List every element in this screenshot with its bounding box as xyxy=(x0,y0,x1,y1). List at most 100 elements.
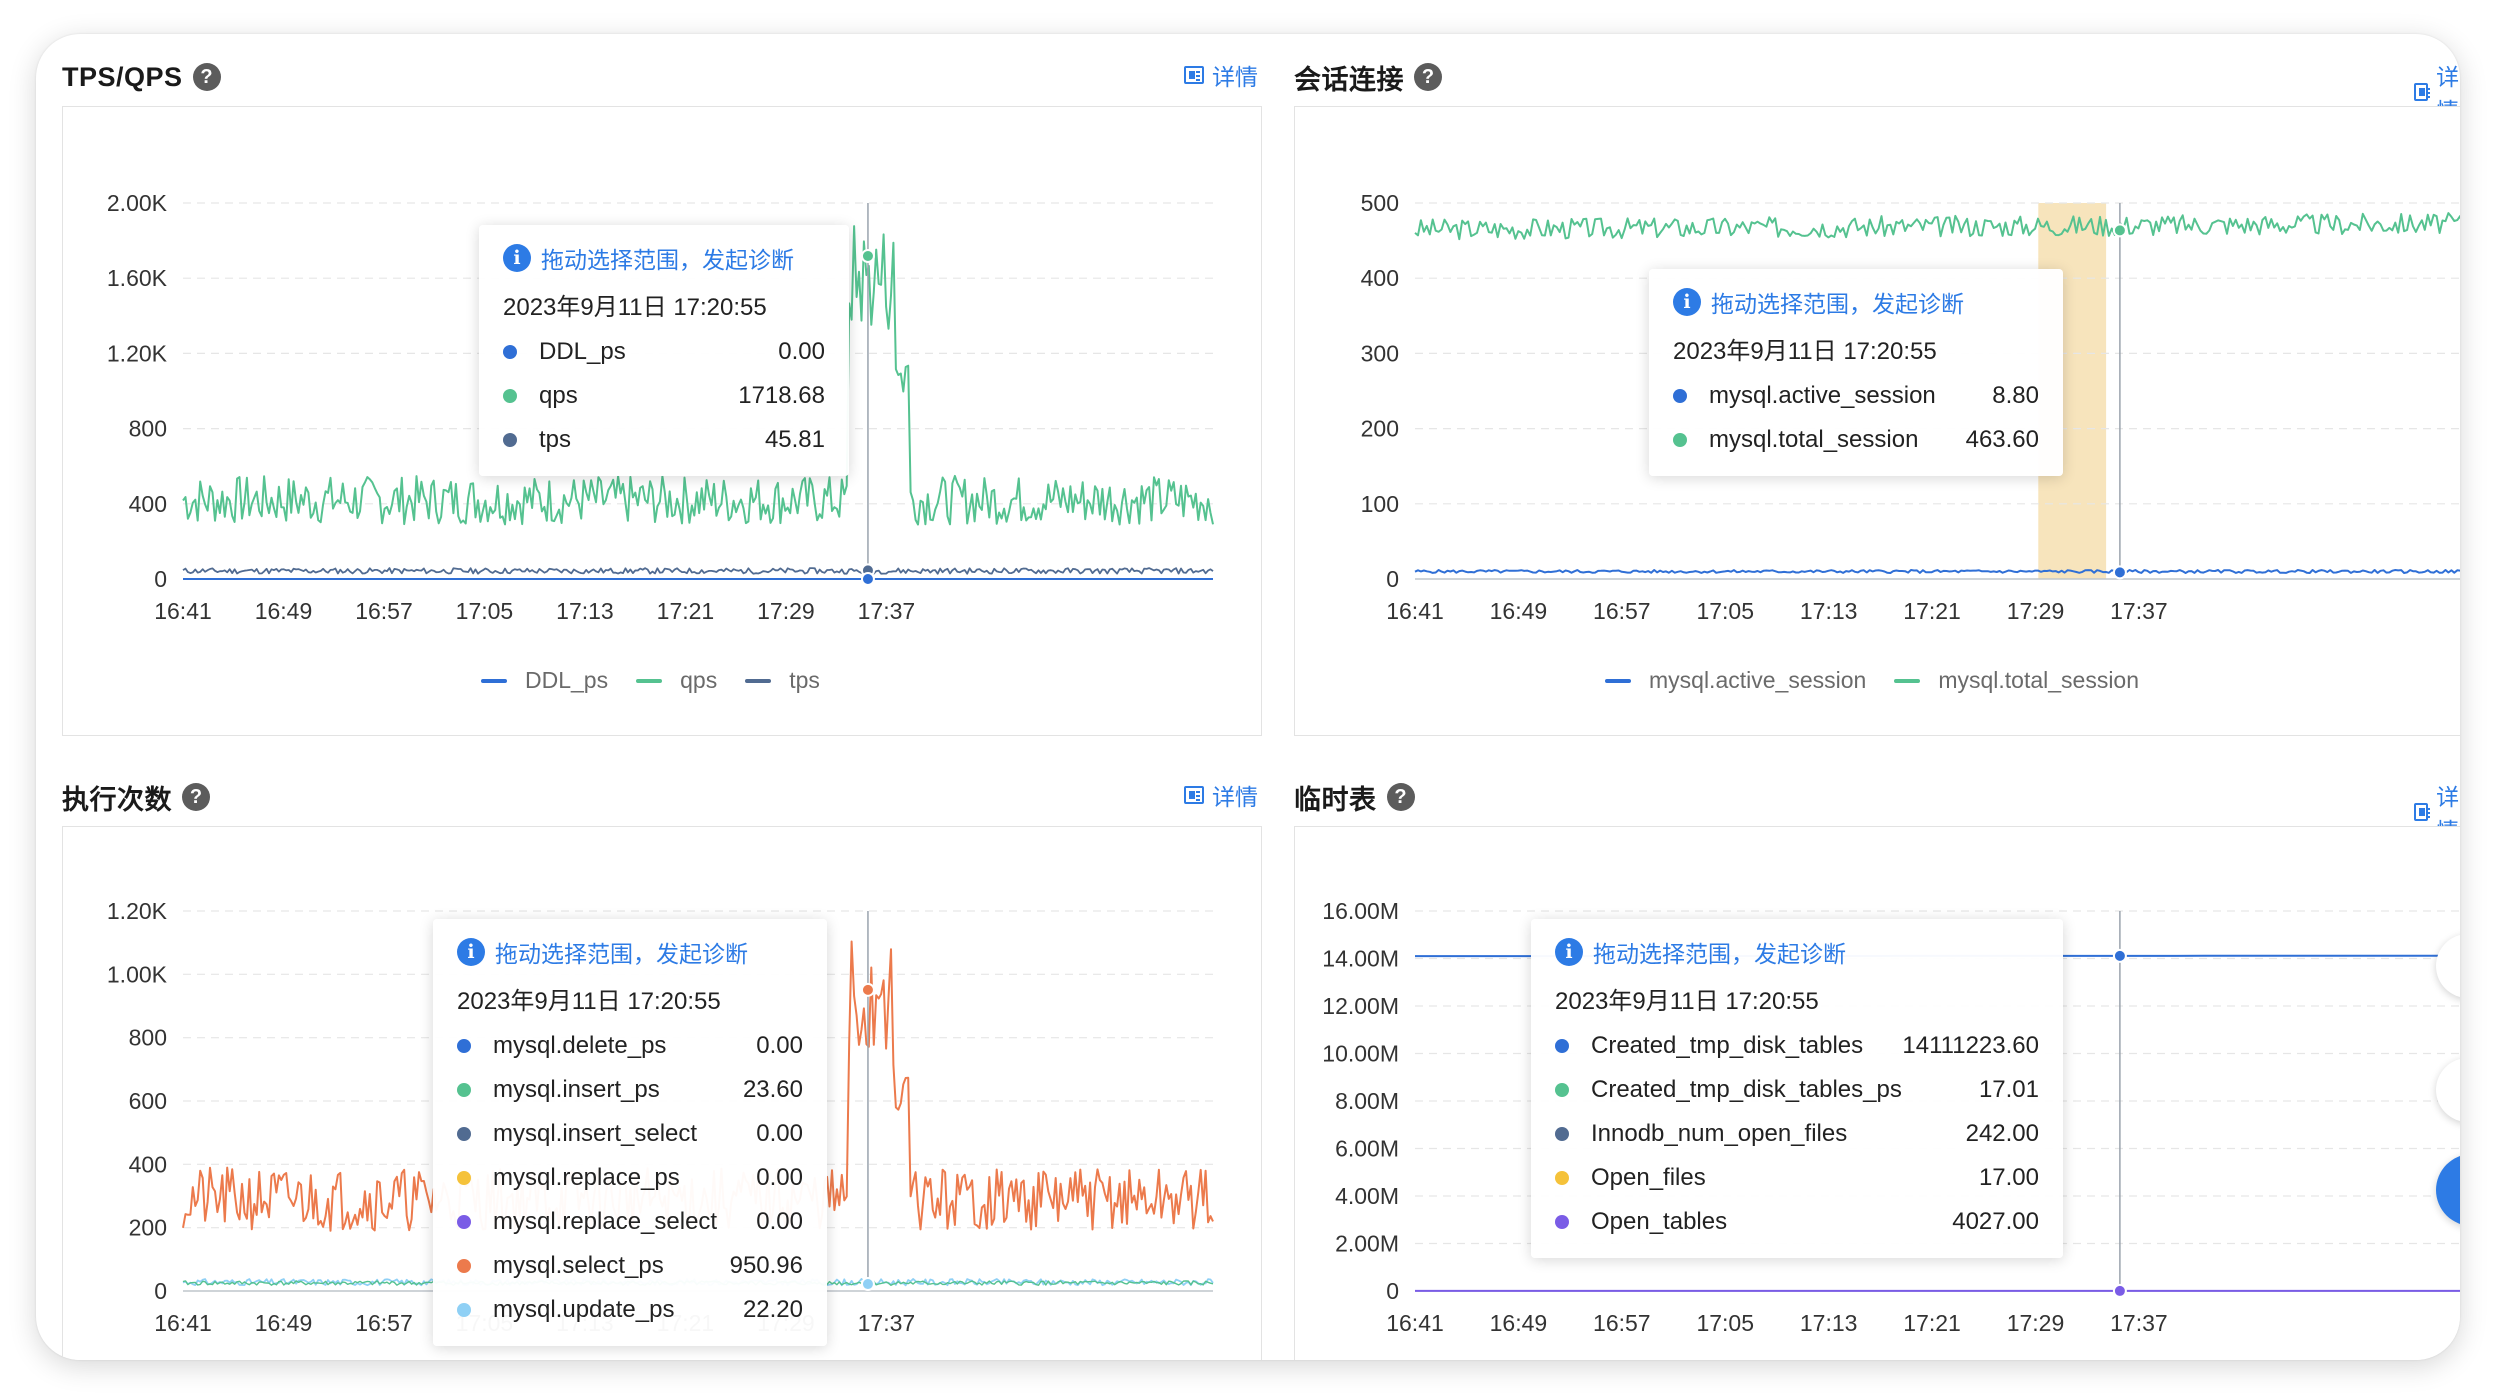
active-session-series-line xyxy=(1414,569,2460,574)
x-tick-label: 16:41 xyxy=(154,598,212,624)
y-tick-label: 400 xyxy=(1361,265,1399,291)
series-name: Created_tmp_disk_tables xyxy=(1591,1032,1864,1059)
series-value: 22.20 xyxy=(742,1296,803,1323)
tooltip-row: qps 1718.68 xyxy=(503,374,825,418)
tooltip-time: 2023年9月11日 17:20:55 xyxy=(1673,338,1937,365)
x-tick-label: 16:49 xyxy=(255,1310,313,1336)
series-name: mysql.insert_ps xyxy=(493,1076,660,1103)
panel-title: 执行次数 xyxy=(62,784,172,815)
total-session-series-line xyxy=(1414,212,2460,241)
detail-icon xyxy=(1184,786,1204,804)
tooltip-row: Open_files 17.00 xyxy=(1555,1156,2039,1200)
y-tick-label: 0 xyxy=(1386,566,1399,592)
x-tick-label: 16:57 xyxy=(355,1310,413,1336)
help-icon[interactable]: ? xyxy=(1414,63,1442,91)
series-dot xyxy=(1555,1127,1569,1141)
x-tick-label: 17:37 xyxy=(2110,1310,2168,1336)
y-tick-label: 300 xyxy=(1361,340,1399,366)
tooltip-row: mysql.active_session 8.80 xyxy=(1673,374,2039,418)
x-tick-label: 16:57 xyxy=(1593,598,1651,624)
legend-label: mysql.active_session xyxy=(1649,667,1867,693)
y-tick-label: 800 xyxy=(129,416,167,442)
x-tick-label: 16:41 xyxy=(154,1310,212,1336)
x-tick-label: 17:13 xyxy=(556,598,614,624)
x-tick-label: 17:21 xyxy=(1903,598,1961,624)
tooltip-row: tps 45.81 xyxy=(503,418,825,462)
detail-link[interactable]: 详情 xyxy=(1184,58,1258,92)
series-value: 4027.00 xyxy=(1952,1208,2039,1235)
series-name: Open_tables xyxy=(1591,1208,1728,1235)
chart-sessions[interactable]: 0 100 200 300 400 500 16:41 16:49 16:57 17:05 17:1… xyxy=(1294,106,2460,736)
series-value: 8.80 xyxy=(1992,382,2039,409)
series-value: 0.00 xyxy=(778,338,825,365)
series-dot xyxy=(457,1259,471,1273)
tooltip-row: mysql.total_session 463.60 xyxy=(1673,418,2039,462)
panel-header-exec-count: 执行次数 ? xyxy=(62,772,210,822)
legend-label: mysql.total_session xyxy=(1938,667,2140,693)
legend-item-ddl-ps[interactable]: DDL_ps xyxy=(481,667,608,694)
y-tick-label: 800 xyxy=(129,1025,167,1051)
x-tick-label: 17:05 xyxy=(456,598,514,624)
help-icon[interactable]: ? xyxy=(1386,783,1415,811)
tooltip-time: 2023年9月11日 17:20:55 xyxy=(503,294,767,321)
diagnose-hint[interactable]: i 拖动选择范围，发起诊断 xyxy=(503,241,825,275)
series-name: Created_tmp_disk_tables_ps xyxy=(1591,1076,1902,1103)
series-value: 23.60 xyxy=(742,1076,803,1103)
series-dot xyxy=(457,1127,471,1141)
legend-line xyxy=(745,678,772,683)
tooltip-row: mysql.replace_ps 0.00 xyxy=(457,1156,803,1200)
series-value: 950.96 xyxy=(729,1252,803,1279)
diagnose-hint[interactable]: i 拖动选择范围，发起诊断 xyxy=(1555,935,2039,969)
tooltip-row: mysql.update_ps 22.20 xyxy=(457,1288,803,1332)
legend-item-total-session[interactable]: mysql.total_session xyxy=(1894,667,2139,694)
x-tick-label: 16:49 xyxy=(1490,1310,1548,1336)
series-name: tps xyxy=(539,426,572,453)
open-tables-hover-marker xyxy=(2112,1283,2127,1298)
series-dot xyxy=(1555,1083,1569,1097)
diagnose-text: 拖动选择范围，发起诊断 xyxy=(495,941,748,967)
y-tick-label: 100 xyxy=(1361,491,1399,517)
legend-item-tps[interactable]: tps xyxy=(745,667,820,694)
dashboard-window: TPS/QPS ? 详情 会话连接 ? 详情 执行次数 ? 详情 临时表 ? 详… xyxy=(36,34,2460,1360)
series-dot xyxy=(457,1215,471,1229)
info-icon: i xyxy=(1673,288,1701,316)
series-dot xyxy=(457,1039,471,1053)
x-tick-label: 17:29 xyxy=(2007,1310,2065,1336)
chart-tps-qps[interactable]: 0 400 800 1.20K 1.60K 2.00K 16:41 16:49 16:57 17:… xyxy=(62,106,1262,736)
active-session-hover-marker xyxy=(2112,565,2127,580)
detail-link[interactable]: 详情 xyxy=(1184,778,1258,812)
x-tick-label: 17:13 xyxy=(1800,1310,1858,1336)
series-dot xyxy=(503,345,517,359)
chart-exec-count[interactable]: 0 200 400 600 800 1.00K 1.20K 16:41 16:49 16:57 17… xyxy=(62,826,1262,1360)
chart-temp-tables[interactable]: 0 2.00M 4.00M 6.00M 8.00M 10.00M 12.00M 14.00M 1… xyxy=(1294,826,2460,1360)
help-icon[interactable]: ? xyxy=(182,783,210,811)
help-icon[interactable]: ? xyxy=(192,63,221,91)
x-tick-label: 17:21 xyxy=(1903,1310,1961,1336)
legend-label: DDL_ps xyxy=(525,667,609,693)
diagnose-hint[interactable]: i 拖动选择范围，发起诊断 xyxy=(457,935,803,969)
legend-line xyxy=(636,678,663,683)
y-tick-label: 6.00M xyxy=(1335,1136,1399,1162)
series-dot xyxy=(457,1083,471,1097)
tps-series-line xyxy=(182,567,1214,575)
tooltip-row: Created_tmp_disk_tables_ps 17.01 xyxy=(1555,1068,2039,1112)
panel-header-sessions: 会话连接 ? xyxy=(1294,52,1442,102)
chart-tooltip: i 拖动选择范围，发起诊断 2023年9月11日 17:20:55 DDL_ps 0… xyxy=(479,225,849,476)
x-tick-label: 16:49 xyxy=(255,598,313,624)
series-dot xyxy=(503,433,517,447)
series-value: 17.00 xyxy=(1978,1164,2039,1191)
x-tick-label: 17:21 xyxy=(657,598,715,624)
y-tick-label: 8.00M xyxy=(1335,1088,1399,1114)
tooltip-row: mysql.insert_select 0.00 xyxy=(457,1112,803,1156)
y-tick-label: 1.20K xyxy=(107,898,168,924)
series-name: mysql.replace_ps xyxy=(493,1164,680,1191)
y-tick-label: 0 xyxy=(1386,1278,1399,1304)
series-name: mysql.replace_select xyxy=(493,1208,718,1235)
diagnose-hint[interactable]: i 拖动选择范围，发起诊断 xyxy=(1673,285,2039,319)
series-name: mysql.delete_ps xyxy=(493,1032,667,1059)
legend-item-qps[interactable]: qps xyxy=(636,667,717,694)
y-tick-label: 16.00M xyxy=(1322,898,1399,924)
panel-header-tps-qps: TPS/QPS ? xyxy=(62,52,221,102)
panel-header-temp-tables: 临时表 ? xyxy=(1294,772,1415,822)
legend-item-active-session[interactable]: mysql.active_session xyxy=(1605,667,1866,694)
